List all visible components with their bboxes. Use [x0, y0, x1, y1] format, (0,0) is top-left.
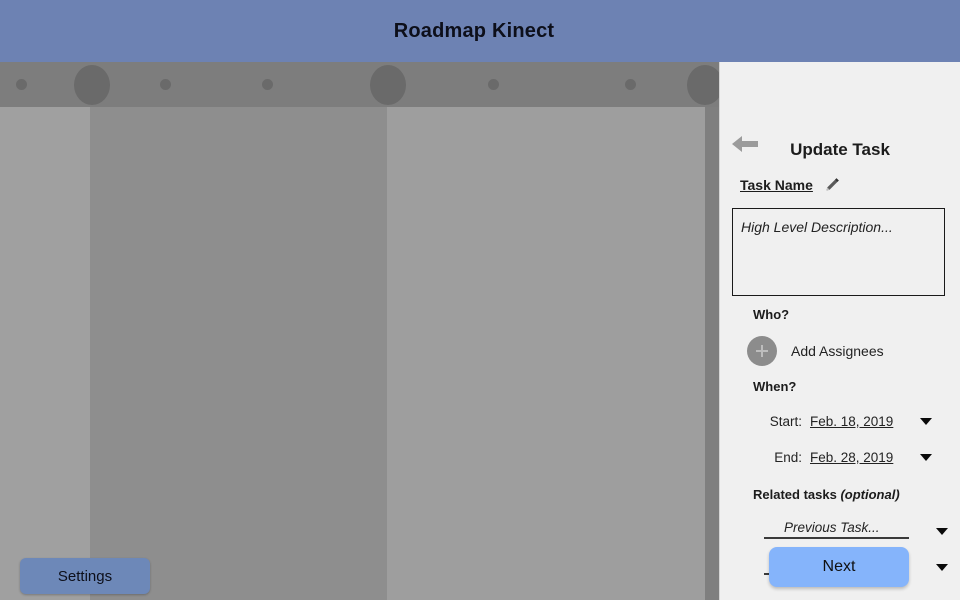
timeline-marker[interactable]	[487, 79, 499, 90]
plus-icon[interactable]	[747, 336, 777, 366]
previous-task-row: Previous Task...	[764, 520, 954, 539]
timeline-marker[interactable]	[624, 79, 636, 90]
related-tasks-heading-text: Related tasks	[753, 487, 841, 502]
timeline-marker[interactable]	[370, 64, 406, 105]
add-assignees-label[interactable]: Add Assignees	[791, 343, 884, 359]
start-date-label: Start:	[769, 414, 802, 429]
timeline-marker[interactable]	[74, 64, 110, 105]
when-heading: When?	[753, 379, 797, 394]
add-assignees-row[interactable]: Add Assignees	[747, 336, 884, 366]
timeline-marker[interactable]	[159, 79, 171, 90]
chevron-down-icon[interactable]	[936, 528, 948, 535]
panel-title: Update Task	[790, 140, 890, 159]
related-tasks-heading: Related tasks (optional)	[753, 487, 900, 502]
roadmap-lane[interactable]	[90, 107, 387, 600]
end-date-value[interactable]: Feb. 28, 2019	[810, 450, 893, 465]
description-input[interactable]: High Level Description...	[732, 208, 945, 296]
start-date-value[interactable]: Feb. 18, 2019	[810, 414, 893, 429]
app-header: Roadmap Kinect	[0, 0, 960, 62]
task-name-row: Task Name	[740, 176, 841, 194]
roadmap-lane[interactable]	[0, 107, 90, 600]
start-date-row: Start: Feb. 18, 2019	[750, 414, 950, 429]
chevron-down-icon[interactable]	[936, 564, 948, 571]
roadmap-lane[interactable]	[387, 107, 705, 600]
update-task-panel: Update Task Task Name High Level Descrip…	[719, 62, 960, 600]
who-heading: Who?	[753, 307, 790, 322]
timeline-marker[interactable]	[687, 64, 723, 105]
timeline-marker[interactable]	[261, 79, 273, 90]
task-name-label[interactable]: Task Name	[740, 177, 813, 193]
related-tasks-optional-text: (optional)	[840, 487, 900, 502]
chevron-down-icon[interactable]	[920, 418, 932, 425]
previous-task-select[interactable]: Previous Task...	[764, 520, 909, 539]
roadmap-canvas[interactable]	[0, 107, 720, 600]
chevron-down-icon[interactable]	[920, 454, 932, 461]
next-button[interactable]: Next	[769, 547, 909, 587]
roadmap-lane[interactable]	[705, 107, 720, 600]
page-title: Roadmap Kinect	[393, 19, 555, 42]
end-date-row: End: Feb. 28, 2019	[750, 450, 950, 465]
settings-button[interactable]: Settings	[20, 558, 150, 594]
timeline-marker[interactable]	[15, 79, 27, 90]
end-date-label: End:	[774, 450, 802, 465]
app-root: Roadmap Kinect Settings Update Task Task…	[0, 0, 960, 600]
pencil-icon[interactable]	[823, 176, 841, 194]
